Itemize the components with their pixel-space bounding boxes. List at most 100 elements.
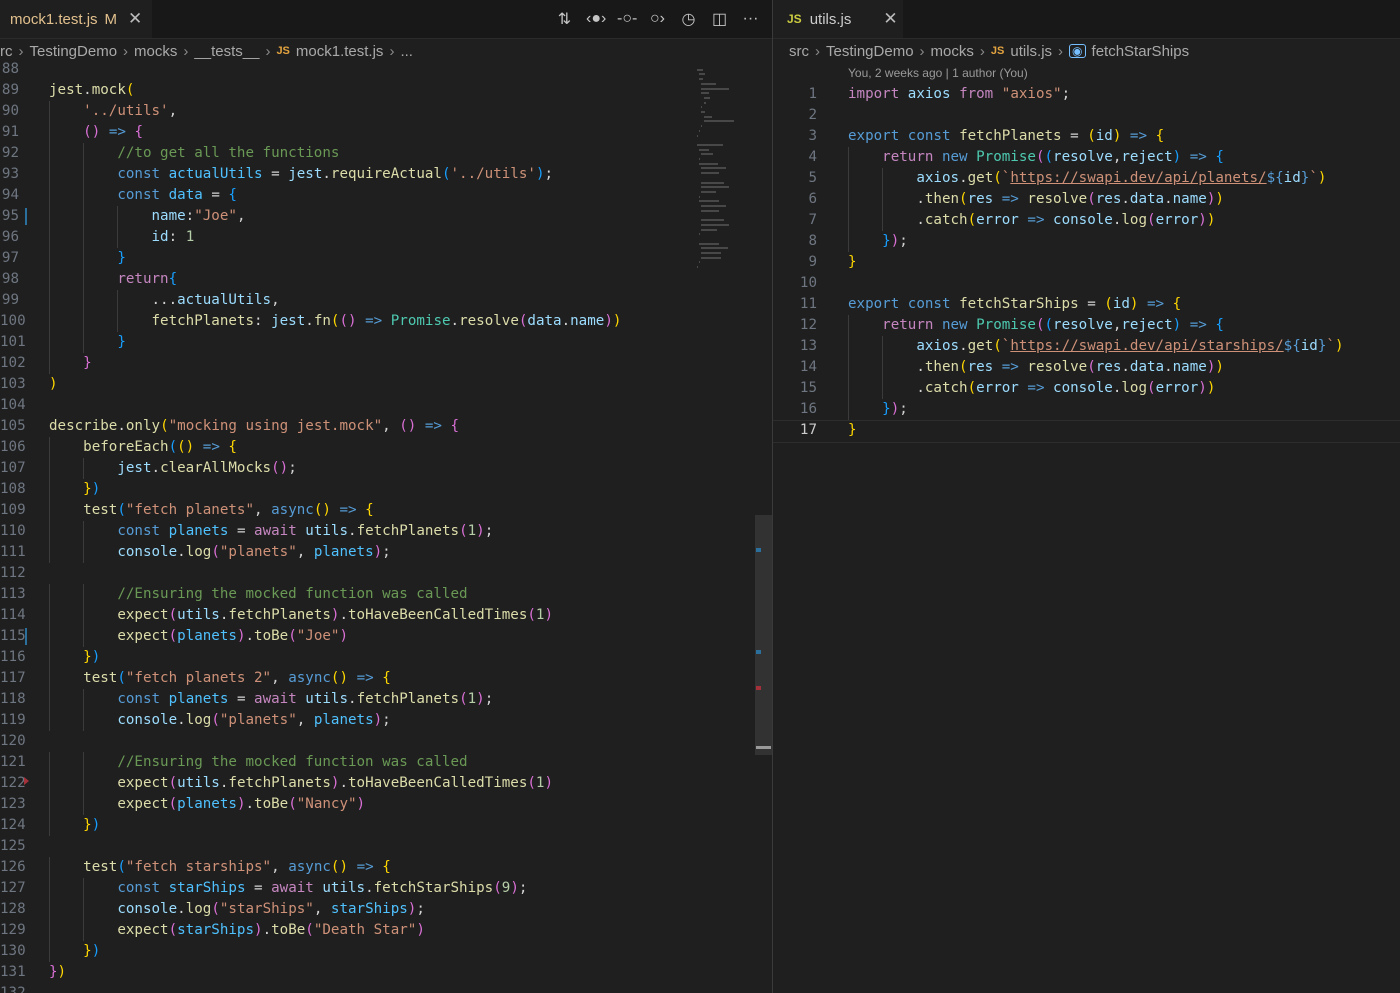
code-token: } [49, 964, 58, 980]
breadcrumb-item[interactable]: rc [0, 43, 13, 60]
code-text: describe.only("mocking using jest.mock",… [49, 416, 459, 437]
indent-guide [49, 920, 50, 941]
code-token: res [967, 359, 994, 375]
line-number: 12 [799, 317, 817, 333]
code-token: ( [305, 922, 314, 938]
code-token: resolve [1053, 317, 1113, 333]
line-number: 1 [808, 86, 817, 102]
code-token: } [882, 401, 891, 417]
code-token: => [356, 670, 374, 686]
js-file-icon: JS [990, 45, 1005, 57]
chevron-right-icon: › [123, 42, 129, 60]
indent-guide [49, 857, 50, 878]
code-token: { [382, 670, 391, 686]
code-token: then [924, 359, 960, 375]
code-token: = [228, 523, 255, 539]
breadcrumb: src › TestingDemo › mocks › JS utils.js › ◉ fetchS… [773, 38, 1400, 64]
code-token: . [959, 338, 968, 354]
breadcrumb-item[interactable]: __tests__ [194, 43, 259, 60]
indent-guide [83, 227, 85, 248]
minimap[interactable] [697, 64, 755, 274]
code-token: https://swapi.dev/api/starships/ [1010, 338, 1284, 354]
indent-guide [83, 626, 85, 647]
code-text: } [49, 332, 126, 353]
breadcrumb-item[interactable]: mocks [134, 43, 177, 60]
breadcrumb-item[interactable]: mocks [931, 43, 974, 60]
code-token: ) [373, 544, 383, 560]
code-token: actualUtils [168, 166, 263, 182]
breadcrumb-item[interactable]: src [789, 43, 809, 60]
code-text: jest.clearAllMocks(); [49, 458, 296, 479]
code-token: reject [1121, 317, 1173, 333]
breadcrumb-item[interactable]: TestingDemo [30, 43, 118, 60]
timeline-next-icon[interactable]: ○› [648, 10, 667, 28]
close-icon[interactable]: ✕ [128, 9, 142, 29]
indent-guide [83, 920, 85, 941]
split-editor-icon[interactable]: ◫ [710, 9, 729, 29]
editor-toolbar: ⇅ ‹●› -○- ○› ◷ ◫ ··· [555, 0, 760, 38]
code-text: console.log("planets", planets); [49, 710, 390, 731]
code-token: planets [177, 628, 237, 644]
breadcrumb-item[interactable]: utils.js [1010, 43, 1052, 60]
minimap-line [701, 82, 716, 85]
code-token: async [288, 670, 331, 686]
line-number: 120 [0, 733, 26, 749]
line-number: 121 [0, 754, 26, 770]
code-token: ( [993, 338, 1002, 354]
line-number: 112 [0, 565, 26, 581]
tab-mock1-test-js[interactable]: mock1.test.js M ✕ [0, 0, 152, 38]
timeline-icon[interactable]: -○- [617, 10, 637, 28]
indent-guide [117, 227, 119, 248]
close-icon[interactable]: ✕ [883, 9, 897, 29]
code-text: } [49, 353, 92, 374]
indent-guide [49, 185, 50, 206]
more-actions-icon[interactable]: ··· [741, 10, 760, 28]
code-token: ( [967, 380, 977, 396]
code-token: . [245, 628, 255, 644]
code-token: . [348, 523, 357, 539]
indent-guide [882, 336, 884, 357]
code-token: => [1027, 380, 1045, 396]
code-text: //Ensuring the mocked function was calle… [49, 584, 467, 605]
breadcrumb-item[interactable]: fetchStarShips [1092, 43, 1190, 60]
indent-guide [848, 315, 849, 336]
code-token: //Ensuring the mocked function was calle… [117, 754, 468, 770]
breadcrumb-item[interactable]: ... [400, 43, 413, 60]
indent-guide [49, 878, 50, 899]
code-text: test("fetch planets 2", async() => { [49, 668, 391, 689]
git-compare-icon[interactable]: ⇅ [555, 9, 574, 29]
code-token: console [117, 712, 178, 728]
tab-utils-js[interactable]: JS utils.js ✕ [773, 0, 903, 38]
code-token: ( [959, 359, 968, 375]
minimap-line [701, 111, 706, 113]
code-token: , [296, 712, 314, 728]
code-token: get [967, 170, 994, 186]
code-token: reject [1121, 149, 1173, 165]
breadcrumb-item[interactable]: mock1.test.js [296, 43, 384, 60]
line-number: 122 [0, 775, 26, 791]
indent-guide [83, 584, 85, 605]
breadcrumb-item[interactable]: TestingDemo [826, 43, 914, 60]
line-number: 123 [0, 796, 26, 812]
code-token: error [1155, 212, 1199, 228]
code-token: "Joe" [296, 628, 340, 644]
indent-guide [83, 332, 85, 353]
timeline-prev-icon[interactable]: ‹●› [586, 10, 606, 28]
code-editor[interactable]: 88 89 jest.mock(90 '../utils', 91 () => {92… [0, 59, 697, 993]
code-token: Promise [390, 313, 451, 329]
code-text: }); [848, 399, 908, 420]
code-token: ... [49, 292, 178, 308]
code-token: ${ [1283, 338, 1301, 354]
codelens-blame[interactable]: You, 2 weeks ago | 1 author (You) [848, 66, 1028, 80]
code-token: 1 [467, 523, 477, 539]
code-token: . [1121, 191, 1130, 207]
git-history-icon[interactable]: ◷ [679, 9, 698, 29]
code-editor[interactable]: 1 import axios from "axios"; 2 3 export cons… [773, 84, 1400, 993]
